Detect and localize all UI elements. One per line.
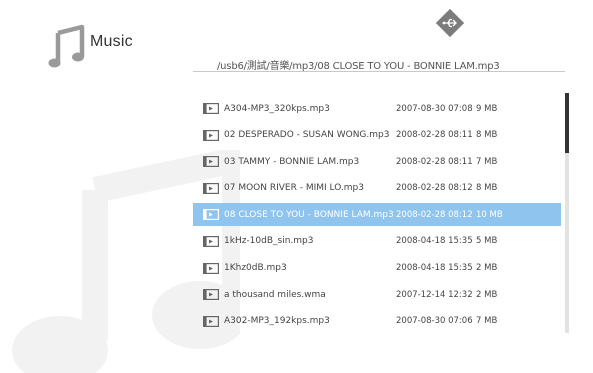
file-name: 07 MOON RIVER - MIMI LO.mp3 — [224, 183, 364, 194]
file-name: 1kHz-10dB_sin.mp3 — [224, 236, 314, 247]
audio-file-icon — [203, 209, 219, 221]
file-size: 9 MB — [476, 103, 498, 114]
audio-file-icon — [203, 129, 219, 141]
file-size: 8 MB — [476, 130, 498, 141]
file-row[interactable]: a thousand miles.wma 2007-12-14 12:32 2 MB — [193, 283, 561, 306]
file-name: 02 DESPERADO - SUSAN WONG.mp3 — [224, 130, 390, 141]
file-date: 2007-08-30 07:06 — [396, 316, 473, 327]
file-size: 7 MB — [476, 156, 498, 167]
file-row[interactable]: 1Khz0dB.mp3 2008-04-18 15:35 2 MB — [193, 257, 561, 280]
file-row[interactable]: 02 DESPERADO - SUSAN WONG.mp3 2008-02-28 … — [193, 124, 561, 147]
file-name: A304-MP3_320kps.mp3 — [224, 103, 330, 114]
file-size: 10 MB — [476, 209, 503, 220]
file-date: 2008-04-18 15:35 — [396, 236, 473, 247]
file-name: 1Khz0dB.mp3 — [224, 263, 287, 274]
file-row[interactable]: 08 CLOSE TO YOU - BONNIE LAM.mp3 2008-02-… — [193, 203, 561, 227]
audio-file-icon — [203, 262, 219, 274]
file-date: 2007-12-14 12:32 — [396, 289, 473, 300]
file-row[interactable]: A304-MP3_320kps.mp3 2007-08-30 07:08 9 MB — [193, 97, 561, 120]
file-size: 8 MB — [476, 183, 498, 194]
file-date: 2008-02-28 08:11 — [396, 130, 473, 141]
file-row[interactable]: 1kHz-10dB_sin.mp3 2008-04-18 15:35 5 MB — [193, 230, 561, 253]
file-date: 2008-04-18 15:35 — [396, 263, 473, 274]
breadcrumb: /usb6/測試/音樂/mp3/08 CLOSE TO YOU - BONNIE… — [217, 61, 500, 72]
file-size: 7 MB — [476, 316, 498, 327]
file-date: 2008-02-28 08:11 — [396, 156, 473, 167]
audio-file-icon — [203, 103, 219, 114]
file-name: 08 CLOSE TO YOU - BONNIE LAM.mp3 — [224, 209, 394, 220]
audio-file-icon — [203, 315, 219, 327]
audio-file-icon — [203, 235, 219, 247]
scrollbar[interactable] — [565, 93, 569, 333]
file-row[interactable]: 07 MOON RIVER - MIMI LO.mp3 2008-02-28 08… — [193, 177, 561, 200]
audio-file-icon — [203, 156, 219, 168]
file-date: 2007-08-30 07:08 — [396, 103, 473, 114]
file-name: A302-MP3_192kps.mp3 — [224, 316, 330, 327]
file-size: 5 MB — [476, 236, 498, 247]
file-size: 2 MB — [476, 263, 498, 274]
file-name: a thousand miles.wma — [224, 289, 326, 300]
usb-icon — [436, 9, 464, 37]
audio-file-icon — [203, 182, 219, 194]
file-date: 2008-02-28 08:12 — [396, 183, 473, 194]
file-name: 03 TAMMY - BONNIE LAM.mp3 — [224, 156, 360, 167]
file-row[interactable]: A302-MP3_192kps.mp3 2007-08-30 07:06 7 MB — [193, 310, 561, 333]
page-title: Music — [90, 33, 133, 50]
file-row[interactable]: 03 TAMMY - BONNIE LAM.mp3 2008-02-28 08:1… — [193, 150, 561, 173]
header-divider — [193, 71, 565, 72]
header: Music /usb6/測試/音樂/mp3/08 CLOSE TO YOU - … — [0, 0, 593, 80]
audio-file-icon — [203, 289, 219, 301]
file-list: A304-MP3_320kps.mp3 2007-08-30 07:08 9 MB 0… — [193, 97, 561, 336]
scrollbar-thumb[interactable] — [565, 93, 569, 153]
music-note-icon — [48, 24, 85, 68]
file-date: 2008-02-28 08:12 — [396, 209, 473, 220]
file-size: 2 MB — [476, 289, 498, 300]
